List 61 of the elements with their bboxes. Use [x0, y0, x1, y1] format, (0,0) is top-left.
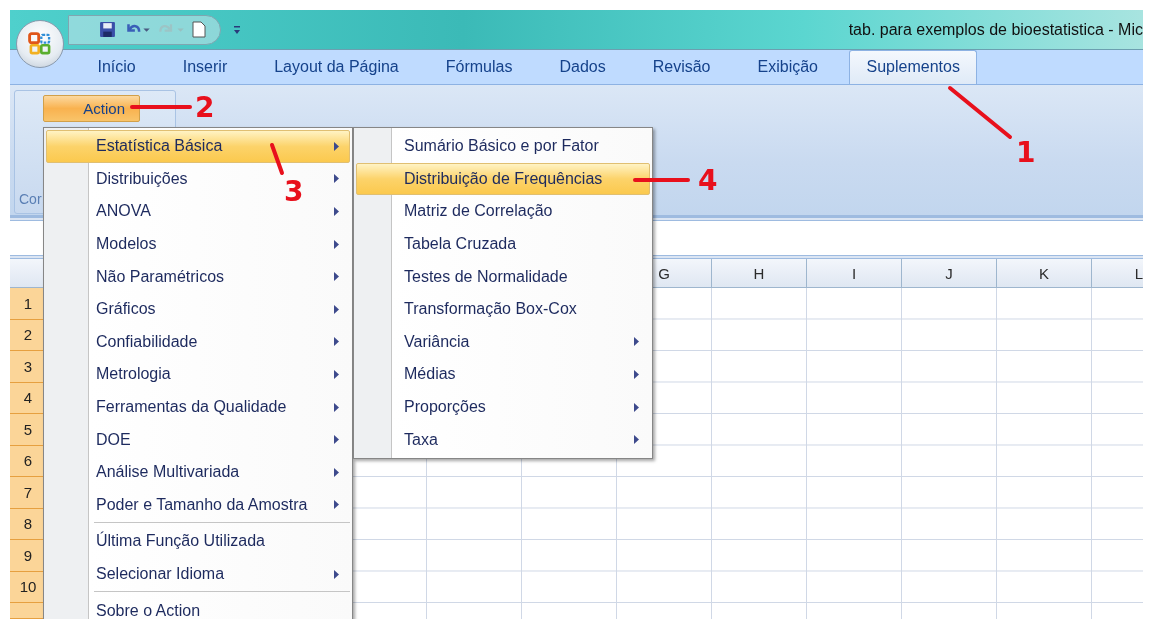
callout-number: 1 [1016, 139, 1036, 167]
column-header[interactable]: K [997, 259, 1092, 287]
menu-item[interactable]: Matriz de Correlação [404, 202, 553, 221]
menu-item[interactable]: ANOVA [96, 202, 151, 221]
callout-line [270, 143, 284, 175]
row-header[interactable]: 1 [10, 288, 46, 320]
column-header[interactable]: H [712, 259, 807, 287]
ribbon-tab[interactable]: Início [74, 58, 160, 84]
menu-item[interactable]: Sumário Básico e por Fator [404, 137, 599, 156]
menu-item[interactable]: Sobre o Action [96, 601, 201, 619]
menu-item-highlight[interactable]: Estatística Básica [46, 130, 350, 163]
column-header[interactable]: I [807, 259, 902, 287]
menu-item[interactable]: Análise Multivariada [96, 463, 240, 482]
menu-item[interactable]: Distribuições [96, 169, 188, 188]
menu-item[interactable]: DOE [96, 430, 131, 449]
menu-item[interactable]: Metrologia [96, 365, 171, 384]
menu-item[interactable]: Testes de Normalidade [404, 267, 568, 286]
row-header[interactable]: 5 [10, 414, 46, 446]
menu-item[interactable]: Última Função Utilizada [96, 532, 265, 551]
office-logo-icon [27, 31, 53, 57]
menu-item[interactable]: Taxa [404, 430, 438, 449]
row-header[interactable]: 7 [10, 477, 46, 509]
row-header[interactable]: 9 [10, 540, 46, 572]
action-button[interactable]: Action [43, 95, 140, 122]
menu-item[interactable]: Proporções [404, 398, 486, 417]
menu-item[interactable]: Não Paramétricos [96, 267, 225, 286]
customize-icon[interactable] [233, 24, 241, 35]
ribbon-tab[interactable]: Suplementos [849, 50, 977, 84]
menu-item[interactable]: Médias [404, 365, 456, 384]
callout-line [130, 105, 192, 109]
ribbon-tab[interactable]: Dados [535, 58, 630, 84]
save-icon[interactable] [99, 21, 116, 38]
callout-number: 3 [284, 178, 304, 206]
ribbon-tab[interactable]: Fórmulas [422, 58, 536, 84]
menu-item[interactable]: Modelos [96, 235, 157, 254]
menu-item-highlight[interactable]: Distribuição de Frequências [356, 162, 650, 196]
column-header[interactable]: L [1092, 259, 1143, 287]
callout-number: 4 [698, 167, 718, 195]
menu-item[interactable]: Gráficos [96, 300, 156, 319]
page-icon[interactable] [192, 21, 206, 38]
menu-item[interactable]: Tabela Cruzada [404, 235, 517, 254]
menu-item[interactable]: Confiabilidade [96, 332, 198, 351]
row-header-strip [10, 603, 46, 619]
callout-line [633, 178, 690, 182]
column-header[interactable]: J [902, 259, 997, 287]
window-title: tab. para exemplos de bioestatistica - Mic [848, 20, 1143, 39]
menu-item[interactable]: Estatística Básica [96, 137, 223, 156]
menu-item[interactable]: Ferramentas da Qualidade [96, 398, 287, 417]
ribbon-tab[interactable]: Inserir [159, 58, 251, 84]
menu-item[interactable]: Poder e Tamanho da Amostra [96, 495, 308, 514]
menu-item[interactable]: Variância [404, 332, 470, 351]
menu-item[interactable]: Distribuição de Frequências [404, 169, 603, 188]
menu-item[interactable]: Selecionar Idioma [96, 565, 225, 583]
ribbon-tab[interactable]: Exibição [734, 58, 842, 84]
ribbon-tab[interactable]: Revisão [629, 58, 734, 84]
group-label: Cor [18, 191, 42, 209]
callout-line [948, 86, 1012, 139]
menu-item[interactable]: Transformação Box-Cox [404, 300, 577, 319]
row-header[interactable]: 3 [10, 351, 46, 383]
ribbon-tab[interactable]: Layout da Página [250, 58, 423, 84]
callout-number: 2 [195, 94, 215, 122]
